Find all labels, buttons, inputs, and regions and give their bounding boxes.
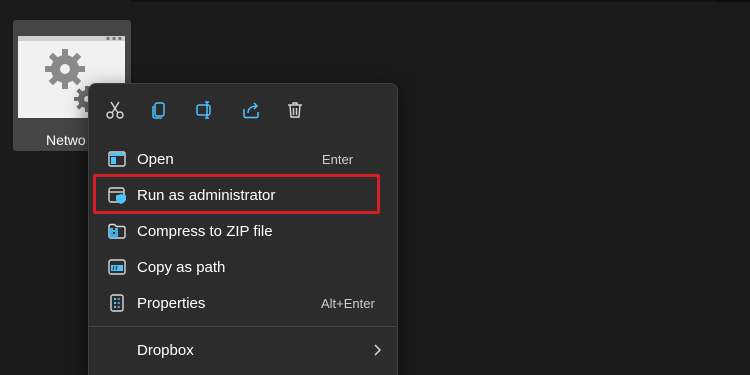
context-menu: Open Enter Run as administrator Compress… [88, 83, 398, 375]
menu-item-label: Copy as path [137, 258, 226, 276]
share-icon [243, 102, 259, 119]
menu-item-copy-as-path[interactable]: Copy as path [93, 250, 383, 284]
top-bar-edge-right [716, 0, 750, 2]
rename-button[interactable] [190, 96, 220, 124]
shield-window-icon [107, 185, 127, 205]
copy-icon [152, 102, 165, 119]
top-bar-edge [130, 0, 750, 2]
menu-item-run-as-administrator[interactable]: Run as administrator [93, 178, 383, 212]
cut-button[interactable] [100, 96, 130, 124]
menu-item-shortcut: Alt+Enter [321, 295, 375, 311]
path-icon [107, 257, 127, 277]
delete-button[interactable] [280, 96, 310, 124]
menu-item-properties[interactable]: Properties Alt+Enter [93, 286, 383, 320]
menu-item-dropbox[interactable]: Dropbox [93, 333, 383, 367]
copy-button[interactable] [144, 96, 174, 124]
chevron-right-icon [374, 344, 382, 356]
desktop: ▪ ▪ ▪ Netwo Open Enter Run as administra… [0, 0, 750, 375]
quick-actions-bar [89, 84, 397, 136]
delete-icon [288, 102, 302, 118]
zip-folder-icon [107, 221, 127, 241]
open-window-icon [107, 149, 127, 169]
menu-item-open[interactable]: Open Enter [93, 142, 383, 176]
rename-icon [196, 101, 211, 119]
menu-item-label: Properties [137, 294, 206, 312]
menu-item-shortcut: Enter [322, 151, 354, 167]
menu-item-label: Dropbox [137, 341, 194, 359]
window-controls-icon: ▪ ▪ ▪ [105, 35, 122, 42]
file-name-label: Netwo [46, 132, 86, 148]
share-button[interactable] [236, 96, 266, 124]
menu-separator [89, 326, 397, 327]
menu-item-compress-to-zip[interactable]: Compress to ZIP file [93, 214, 383, 248]
properties-icon [107, 293, 127, 313]
menu-item-label: Run as administrator [137, 186, 276, 204]
cut-icon [106, 101, 124, 119]
menu-item-label: Compress to ZIP file [137, 222, 273, 240]
menu-item-label: Open [137, 150, 174, 168]
